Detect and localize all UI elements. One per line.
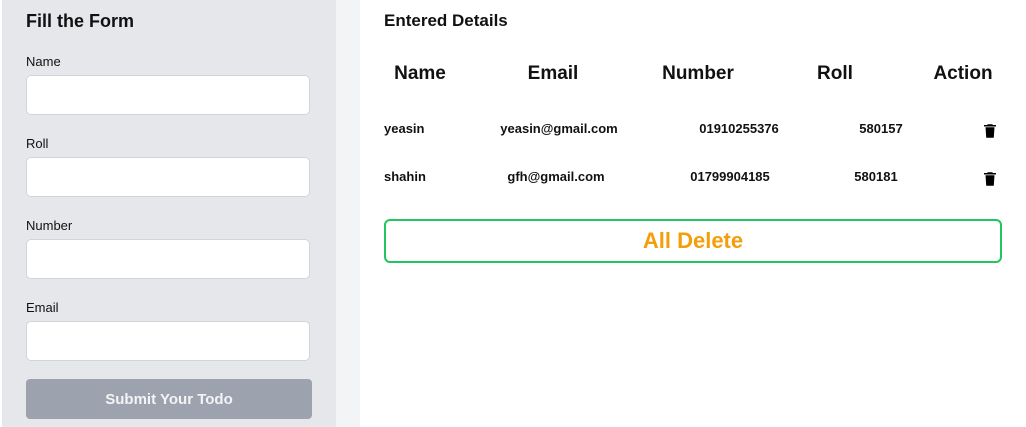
header-roll: Roll	[817, 63, 853, 84]
email-input[interactable]	[26, 321, 310, 361]
roll-input[interactable]	[26, 157, 310, 197]
header-name: Name	[394, 63, 446, 84]
name-input[interactable]	[26, 75, 310, 115]
cell-number: 01910255376	[699, 121, 779, 136]
submit-button[interactable]: Submit Your Todo	[26, 379, 312, 419]
cell-roll: 580157	[859, 121, 903, 136]
details-title: Entered Details	[384, 11, 508, 30]
cell-email: yeasin@gmail.com	[500, 121, 618, 136]
email-label: Email	[26, 300, 59, 315]
name-label: Name	[26, 54, 61, 69]
cell-name: yeasin	[384, 121, 425, 136]
form-panel: Fill the Form Name Roll Number Email Sub…	[2, 0, 336, 427]
panel-divider	[336, 0, 360, 427]
page: Fill the Form Name Roll Number Email Sub…	[0, 0, 1026, 427]
cell-roll: 580181	[854, 169, 898, 184]
all-delete-button[interactable]: All Delete	[384, 219, 1002, 263]
number-label: Number	[26, 218, 73, 233]
header-email: Email	[527, 63, 579, 84]
number-input[interactable]	[26, 239, 310, 279]
form-title: Fill the Form	[26, 11, 134, 31]
cell-email: gfh@gmail.com	[507, 169, 605, 184]
trash-icon[interactable]	[981, 168, 999, 190]
header-action: Action	[933, 63, 993, 84]
roll-label: Roll	[26, 136, 49, 151]
header-number: Number	[662, 63, 734, 84]
cell-number: 01799904185	[690, 169, 770, 184]
trash-icon[interactable]	[981, 120, 999, 142]
cell-name: shahin	[384, 169, 426, 184]
